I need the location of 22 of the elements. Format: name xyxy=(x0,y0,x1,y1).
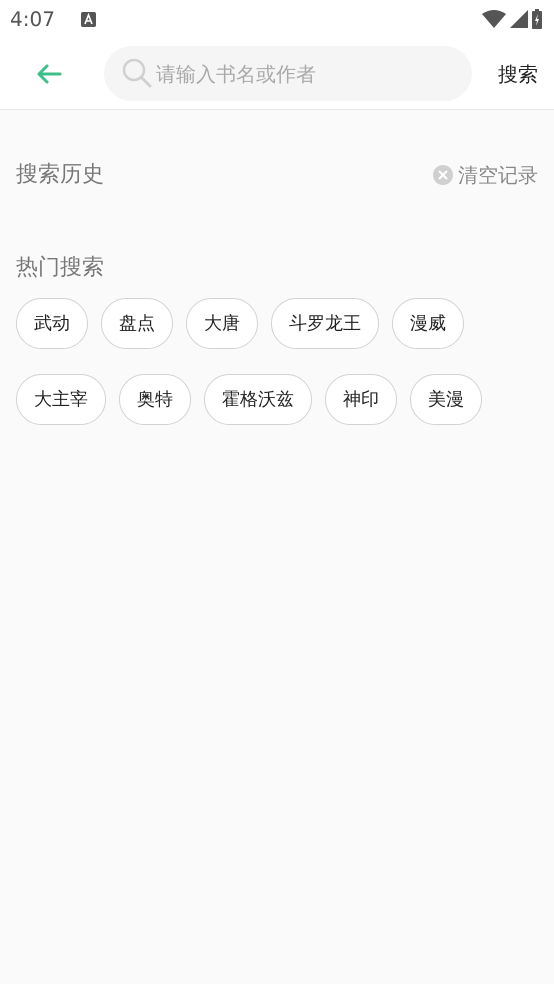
hot-search-tag[interactable]: 美漫 xyxy=(410,374,482,425)
back-button[interactable] xyxy=(36,62,62,84)
section-title: 热门搜索 xyxy=(16,255,104,280)
search-field[interactable]: 请输入书名或作者 xyxy=(104,46,472,101)
wifi-icon xyxy=(482,10,506,28)
hot-search-tag[interactable]: 神印 xyxy=(325,374,397,425)
hot-search-tag[interactable]: 盘点 xyxy=(101,298,173,349)
notification-icon xyxy=(80,12,96,26)
search-button[interactable]: 搜索 xyxy=(498,58,538,88)
clear-icon xyxy=(432,164,454,186)
hot-search-tag[interactable]: 斗罗龙王 xyxy=(271,298,379,349)
section-title: 搜索历史 xyxy=(16,161,104,189)
hot-search-tag[interactable]: 霍格沃兹 xyxy=(204,374,312,425)
hot-search-tag[interactable]: 大主宰 xyxy=(16,374,106,425)
search-icon xyxy=(122,58,152,88)
battery-icon xyxy=(532,9,542,29)
hot-search-tag[interactable]: 大唐 xyxy=(186,298,258,349)
hot-search-tag[interactable]: 漫威 xyxy=(392,298,464,349)
status-time: 4:07 xyxy=(10,6,55,33)
hot-search-tag[interactable]: 武动 xyxy=(16,298,88,349)
signal-icon xyxy=(510,10,528,28)
hot-search-tag[interactable]: 奥特 xyxy=(119,374,191,425)
